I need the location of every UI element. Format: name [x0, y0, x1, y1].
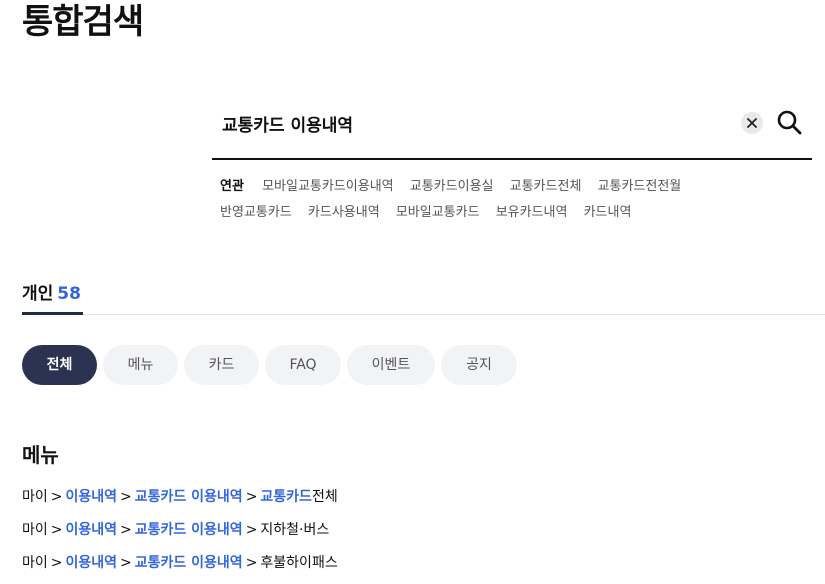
tab-label: 개인 [22, 284, 54, 304]
path-separator: > [50, 555, 63, 571]
related-keyword[interactable]: 보유카드내역 [496, 205, 568, 220]
path-separator: > [245, 522, 258, 538]
result-tabs: 개인 58 [22, 276, 825, 315]
related-keyword[interactable]: 카드사용내역 [308, 205, 380, 220]
path-link[interactable]: 이용내역 [66, 522, 118, 538]
path-separator: > [50, 522, 63, 538]
path-separator: > [120, 489, 132, 505]
close-icon [747, 118, 757, 128]
path-root: 마이 [22, 555, 48, 571]
related-label: 연관 [220, 179, 244, 194]
path-root: 마이 [22, 489, 48, 505]
related-keyword[interactable]: 카드내역 [584, 205, 632, 220]
tab-count: 58 [57, 284, 81, 304]
path-link[interactable]: 교통카드 이용내역 [135, 522, 243, 538]
filter-chip-notice[interactable]: 공지 [441, 345, 517, 385]
search-button[interactable] [774, 108, 804, 138]
path-leaf: 지하철·버스 [260, 522, 330, 538]
path-leaf: 전체 [311, 489, 338, 505]
search-input[interactable] [222, 108, 722, 138]
menu-result-row: 마이 > 이용내역 > 교통카드 이용내역 > 교통카드전체 [22, 485, 338, 518]
related-keywords: 연관 모바일교통카드이용내역 교통카드이용실 교통카드전체 교통카드전전월 반영… [220, 174, 810, 226]
related-keyword[interactable]: 반영교통카드 [220, 205, 292, 220]
filter-chips: 전체 메뉴 카드 FAQ 이벤트 공지 [22, 345, 517, 385]
search-icon [777, 110, 802, 134]
path-link[interactable]: 교통카드 이용내역 [135, 555, 243, 571]
related-keyword[interactable]: 모바일교통카드이용내역 [262, 179, 394, 194]
search-box [212, 100, 812, 160]
menu-result-row: 마이 > 이용내역 > 교통카드 이용내역 > 지하철·버스 [22, 518, 338, 551]
path-link[interactable]: 교통카드 이용내역 [135, 489, 243, 505]
related-keyword[interactable]: 교통카드전전월 [598, 179, 682, 194]
filter-chip-faq[interactable]: FAQ [265, 345, 341, 385]
path-leaf: 후불하이패스 [260, 555, 338, 571]
path-separator: > [120, 555, 132, 571]
section-title: 메뉴 [22, 443, 59, 467]
menu-result-row: 마이 > 이용내역 > 교통카드 이용내역 > 후불하이패스 [22, 551, 338, 584]
path-link[interactable]: 이용내역 [66, 555, 118, 571]
menu-result-list: 마이 > 이용내역 > 교통카드 이용내역 > 교통카드전체 마이 > 이용내역 > 교통카드 이용… [22, 485, 338, 584]
related-keyword[interactable]: 모바일교통카드 [396, 205, 480, 220]
filter-chip-event[interactable]: 이벤트 [347, 345, 435, 385]
filter-chip-menu[interactable]: 메뉴 [103, 345, 178, 385]
filter-chip-all[interactable]: 전체 [22, 345, 97, 385]
path-link[interactable]: 이용내역 [66, 489, 118, 505]
filter-chip-card[interactable]: 카드 [184, 345, 259, 385]
path-root: 마이 [22, 522, 48, 538]
path-separator: > [50, 489, 63, 505]
tab-personal[interactable]: 개인 58 [22, 276, 83, 315]
related-keyword[interactable]: 교통카드이용실 [410, 179, 494, 194]
path-separator: > [245, 555, 258, 571]
related-keyword[interactable]: 교통카드전체 [510, 179, 582, 194]
clear-search-button[interactable] [741, 112, 763, 134]
page-title: 통합검색 [22, 2, 144, 42]
path-link[interactable]: 교통카드 [260, 489, 312, 505]
path-separator: > [120, 522, 132, 538]
path-separator: > [245, 489, 258, 505]
